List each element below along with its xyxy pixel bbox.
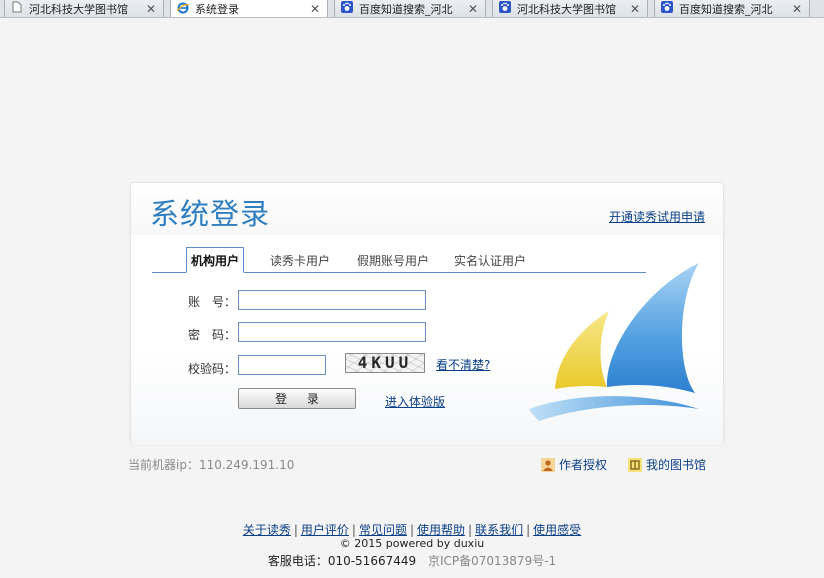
tab-holiday-account-user[interactable]: 假期账号用户 xyxy=(353,247,433,273)
browser-tab-2[interactable]: 系统登录 ✕ xyxy=(170,0,328,17)
service-phone: 客服电话：010-51667449 xyxy=(267,554,417,568)
account-label: 账 号： xyxy=(188,295,237,309)
footer-link-feedback[interactable]: 使用感受 xyxy=(533,523,581,537)
page-icon xyxy=(11,1,23,13)
captcha-image[interactable]: 4KUU xyxy=(345,353,425,373)
password-label: 密 码： xyxy=(188,328,237,342)
footer-link-faq[interactable]: 常见问题 xyxy=(359,523,407,537)
footer-link-about[interactable]: 关于读秀 xyxy=(243,523,291,537)
browser-tab-1[interactable]: 河北科技大学图书馆 ✕ xyxy=(4,0,164,17)
my-library-link[interactable]: 我的图书馆 xyxy=(628,456,706,473)
browser-tab-title: 河北科技大学图书馆 xyxy=(517,2,616,16)
demo-version-link[interactable]: 进入体验版 xyxy=(385,393,445,410)
my-library-label: 我的图书馆 xyxy=(646,458,707,472)
account-input[interactable] xyxy=(238,290,426,310)
service-line: 客服电话：010-51667449 京ICP备07013879号-1 xyxy=(0,552,824,569)
login-button[interactable]: 登 录 xyxy=(238,388,356,409)
footer-link-contact[interactable]: 联系我们 xyxy=(475,523,523,537)
login-body: 机构用户 读秀卡用户 假期账号用户 实名认证用户 账 号： 密 码： 校验码： … xyxy=(131,235,723,445)
browser-tab-strip: 河北科技大学图书馆 ✕ 系统登录 ✕ 百度知道搜索_河北 ✕ 河北科技大学图书馆… xyxy=(0,0,824,18)
footer-link-help[interactable]: 使用帮助 xyxy=(417,523,465,537)
author-authorization-label: 作者授权 xyxy=(559,458,608,472)
browser-tab-title: 系统登录 xyxy=(195,3,239,16)
login-header: 系统登录 开通读秀试用申请 xyxy=(131,183,723,235)
tab-realname-user[interactable]: 实名认证用户 xyxy=(450,247,530,273)
ie-icon xyxy=(177,2,189,14)
machine-ip-text: 当前机器ip：110.249.191.10 xyxy=(128,458,295,472)
browser-tab-title: 河北科技大学图书馆 xyxy=(29,2,128,16)
library-icon xyxy=(628,457,642,472)
footer-link-reviews[interactable]: 用户评价 xyxy=(301,523,349,537)
baidu-paw-icon xyxy=(341,1,353,13)
sailboat-logo-icon xyxy=(529,263,699,421)
tab-institution-user[interactable]: 机构用户 xyxy=(186,247,245,273)
page-title: 系统登录 xyxy=(150,197,271,231)
browser-tab-3[interactable]: 百度知道搜索_河北 ✕ xyxy=(334,0,486,17)
baidu-paw-icon xyxy=(499,1,511,13)
captcha-input[interactable] xyxy=(238,355,326,375)
captcha-label: 校验码： xyxy=(188,362,237,376)
baidu-paw-icon xyxy=(661,1,673,13)
browser-tab-5[interactable]: 百度知道搜索_河北 ✕ xyxy=(654,0,810,17)
browser-tab-title: 百度知道搜索_河北 xyxy=(679,2,773,16)
login-panel: 系统登录 开通读秀试用申请 机构用户 读秀卡用户 假期账号用户 实名认证用户 账… xyxy=(130,182,724,445)
browser-tab-4[interactable]: 河北科技大学图书馆 ✕ xyxy=(492,0,648,17)
footer-separator: | xyxy=(293,523,298,537)
close-icon[interactable]: ✕ xyxy=(467,0,479,16)
captcha-text: 4KUU xyxy=(357,353,413,372)
footer-separator: | xyxy=(468,523,473,537)
icp-number: 京ICP备07013879号-1 xyxy=(427,554,557,568)
close-icon[interactable]: ✕ xyxy=(629,0,641,16)
trial-application-link[interactable]: 开通读秀试用申请 xyxy=(609,208,705,225)
close-icon[interactable]: ✕ xyxy=(309,0,321,16)
footer-links: 关于读秀 | 用户评价 | 常见问题 | 使用帮助 | 联系我们 | 使用感受 xyxy=(0,521,824,538)
footer-separator: | xyxy=(526,523,531,537)
browser-tab-title: 百度知道搜索_河北 xyxy=(359,2,453,16)
password-input[interactable] xyxy=(238,322,426,342)
tab-duxiu-card-user[interactable]: 读秀卡用户 xyxy=(266,247,334,273)
close-icon[interactable]: ✕ xyxy=(145,0,157,16)
footer-separator: | xyxy=(351,523,356,537)
footer-separator: | xyxy=(409,523,415,537)
captcha-refresh-link[interactable]: 看不清楚? xyxy=(436,356,490,373)
person-icon xyxy=(541,457,555,472)
author-authorization-link[interactable]: 作者授权 xyxy=(541,456,607,473)
close-icon[interactable]: ✕ xyxy=(791,0,803,16)
copyright-text: © 2015 powered by duxiu xyxy=(339,537,485,550)
